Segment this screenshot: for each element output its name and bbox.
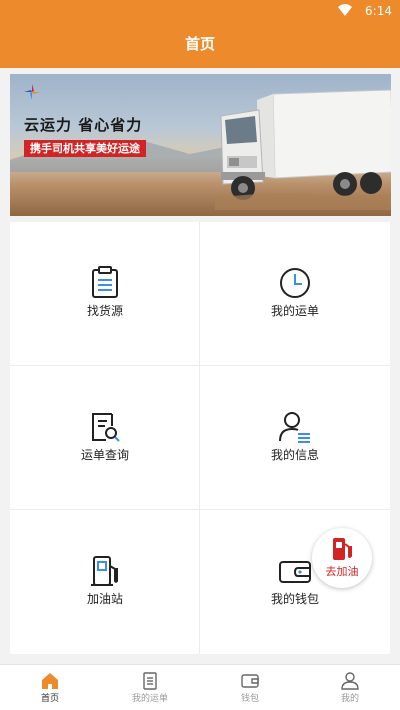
menu-my-wallet[interactable]: 我的钱包	[200, 510, 390, 654]
person-icon	[341, 672, 359, 690]
tab-label: 我的	[340, 694, 359, 704]
menu-label: 运单查询	[80, 448, 129, 462]
menu-gas-station[interactable]: 加油站	[10, 510, 200, 654]
bottom-tab-bar: 首页 我的运单 钱包 我的	[0, 664, 400, 710]
menu-label: 我的钱包	[270, 592, 319, 606]
fuel-pump-icon	[333, 538, 352, 560]
page-title: 首页	[0, 22, 400, 68]
feature-grid: 找货源 我的运单 运单查询 我的信息 加油站 我的钱包	[10, 222, 390, 654]
fab-label: 去加油	[325, 565, 359, 578]
menu-find-cargo[interactable]: 找货源	[10, 222, 200, 366]
tab-label: 我的运单	[131, 694, 168, 704]
tab-label: 钱包	[240, 694, 259, 704]
truck-image	[215, 89, 391, 210]
clock-icon	[280, 268, 310, 298]
brand-logo	[24, 84, 40, 100]
menu-label: 加油站	[86, 592, 123, 606]
tab-me[interactable]: 我的	[300, 665, 400, 710]
fuel-pump-icon	[91, 556, 118, 586]
menu-waybill-query[interactable]: 运单查询	[10, 366, 200, 510]
status-bar: 6:14	[0, 0, 400, 22]
promo-banner[interactable]: 云运力 省心省力 携手司机共享美好运途	[10, 74, 391, 216]
menu-label: 找货源	[86, 304, 123, 318]
tab-my-waybills[interactable]: 我的运单	[100, 665, 200, 710]
document-search-icon	[92, 413, 120, 442]
menu-my-info[interactable]: 我的信息	[200, 366, 390, 510]
user-info-icon	[279, 412, 310, 443]
home-icon	[42, 673, 58, 689]
banner-slogan: 携手司机共享美好运途	[24, 140, 146, 157]
status-time: 6:14	[365, 4, 392, 18]
document-icon	[143, 672, 157, 690]
wallet-icon	[241, 674, 259, 688]
banner-headline: 云运力 省心省力	[24, 116, 143, 134]
tab-home[interactable]: 首页	[0, 665, 100, 710]
tab-wallet[interactable]: 钱包	[200, 665, 300, 710]
document-list-icon	[92, 266, 118, 298]
menu-label: 我的运单	[270, 304, 319, 318]
menu-label: 我的信息	[270, 448, 319, 462]
menu-my-waybills[interactable]: 我的运单	[200, 222, 390, 366]
wallet-icon	[279, 561, 311, 583]
wifi-icon	[338, 4, 352, 16]
tab-label: 首页	[40, 694, 59, 704]
go-refuel-button[interactable]: 去加油	[312, 528, 372, 588]
